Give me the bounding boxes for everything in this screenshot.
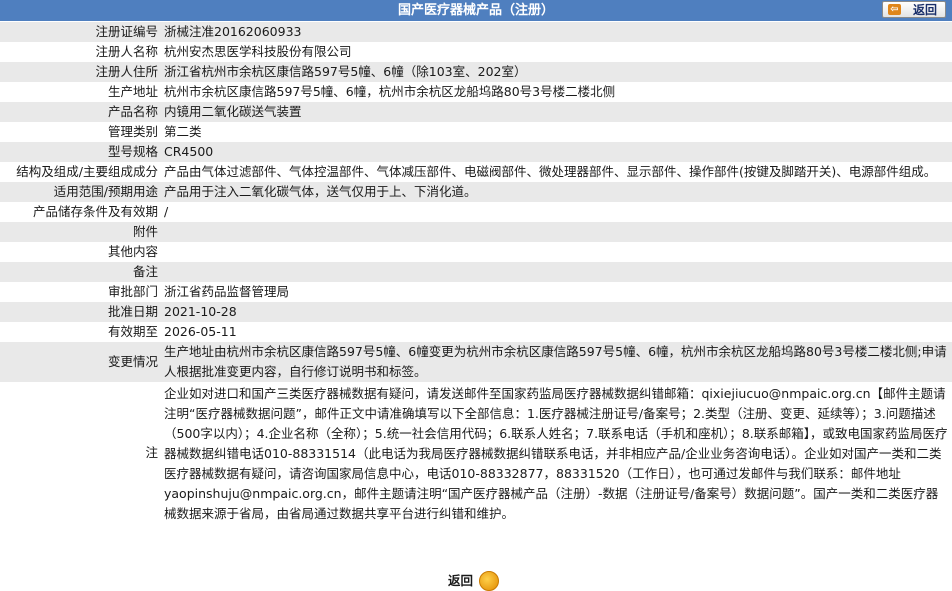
table-row: 注册人名称 杭州安杰思医学科技股份有限公司 <box>0 42 952 62</box>
field-label: 型号规格 <box>0 142 162 162</box>
note-label: 注 <box>0 382 162 524</box>
note-text: 企业如对进口和国产三类医疗器械数据有疑问，请发送邮件至国家药监局医疗器械数据纠错… <box>162 382 952 524</box>
back-button-top[interactable]: ⇦ 返回 <box>882 1 946 18</box>
field-label: 注册证编号 <box>0 22 162 42</box>
field-label: 其他内容 <box>0 242 162 262</box>
field-value <box>162 222 952 242</box>
field-value: 生产地址由杭州市余杭区康信路597号5幢、6幢变更为杭州市余杭区康信路597号5… <box>162 342 952 382</box>
field-label: 产品储存条件及有效期 <box>0 202 162 222</box>
back-button-label: 返回 <box>912 3 937 17</box>
field-label: 有效期至 <box>0 322 162 342</box>
table-row: 结构及组成/主要组成成分 产品由气体过滤部件、气体控温部件、气体减压部件、电磁阀部… <box>0 162 952 182</box>
field-label: 审批部门 <box>0 282 162 302</box>
back-arrow-icon: ⇦ <box>888 4 901 15</box>
table-row: 适用范围/预期用途 产品用于注入二氧化碳气体，送气仅用于上、下消化道。 <box>0 182 952 202</box>
note-row: 注企业如对进口和国产三类医疗器械数据有疑问，请发送邮件至国家药监局医疗器械数据纠… <box>0 382 952 524</box>
field-value <box>162 262 952 282</box>
field-label: 变更情况 <box>0 342 162 382</box>
table-row: 有效期至 2026-05-11 <box>0 322 952 342</box>
field-value: CR4500 <box>162 142 952 162</box>
table-row: 其他内容 <box>0 242 952 262</box>
table-row: 批准日期 2021-10-28 <box>0 302 952 322</box>
table-row: 生产地址 杭州市余杭区康信路597号5幢、6幢，杭州市余杭区龙船坞路80号3号楼二… <box>0 82 952 102</box>
field-label: 适用范围/预期用途 <box>0 182 162 202</box>
field-value: 2026-05-11 <box>162 322 952 342</box>
field-value: 浙械注准20162060933 <box>162 22 952 42</box>
back-button-bottom-label: 返回 <box>448 573 474 588</box>
table-row: 附件 <box>0 222 952 242</box>
table-row: 备注 <box>0 262 952 282</box>
table-row: 产品储存条件及有效期 / <box>0 202 952 222</box>
back-button-bottom[interactable]: 返回 <box>448 571 500 591</box>
field-label: 结构及组成/主要组成成分 <box>0 162 162 182</box>
field-label: 批准日期 <box>0 302 162 322</box>
table-row: 产品名称 内镜用二氧化碳送气装置 <box>0 102 952 122</box>
field-value: 杭州安杰思医学科技股份有限公司 <box>162 42 952 62</box>
field-value: 杭州市余杭区康信路597号5幢、6幢，杭州市余杭区龙船坞路80号3号楼二楼北侧 <box>162 82 952 102</box>
field-value: 内镜用二氧化碳送气装置 <box>162 102 952 122</box>
detail-table: 注册证编号 浙械注准20162060933 注册人名称 杭州安杰思医学科技股份有限公司… <box>0 22 952 524</box>
field-value: 产品由气体过滤部件、气体控温部件、气体减压部件、电磁阀部件、微处理器部件、显示部… <box>162 162 952 182</box>
field-label: 生产地址 <box>0 82 162 102</box>
field-value <box>162 242 952 262</box>
page: 国产医疗器械产品（注册） ⇦ 返回 注册证编号 浙械注准20162060933 注册… <box>0 0 952 591</box>
field-label: 产品名称 <box>0 102 162 122</box>
table-row: 审批部门 浙江省药品监督管理局 <box>0 282 952 302</box>
field-label: 注册人名称 <box>0 42 162 62</box>
table-row: 注册证编号 浙械注准20162060933 <box>0 22 952 42</box>
field-value: 2021-10-28 <box>162 302 952 322</box>
page-header: 国产医疗器械产品（注册） ⇦ 返回 <box>0 0 952 21</box>
field-label: 备注 <box>0 262 162 282</box>
field-value: 产品用于注入二氧化碳气体，送气仅用于上、下消化道。 <box>162 182 952 202</box>
table-row: 变更情况 生产地址由杭州市余杭区康信路597号5幢、6幢变更为杭州市余杭区康信路5… <box>0 342 952 382</box>
table-row: 管理类别 第二类 <box>0 122 952 142</box>
field-label: 注册人住所 <box>0 62 162 82</box>
table-row: 注册人住所 浙江省杭州市余杭区康信路597号5幢、6幢（除103室、202室） <box>0 62 952 82</box>
page-title: 国产医疗器械产品（注册） <box>397 3 554 18</box>
field-value: / <box>162 202 952 222</box>
table-row: 型号规格 CR4500 <box>0 142 952 162</box>
field-label: 附件 <box>0 222 162 242</box>
back-circle-icon <box>479 571 500 591</box>
field-value: 浙江省药品监督管理局 <box>162 282 952 302</box>
field-label: 管理类别 <box>0 122 162 142</box>
field-value: 第二类 <box>162 122 952 142</box>
field-value: 浙江省杭州市余杭区康信路597号5幢、6幢（除103室、202室） <box>162 62 952 82</box>
